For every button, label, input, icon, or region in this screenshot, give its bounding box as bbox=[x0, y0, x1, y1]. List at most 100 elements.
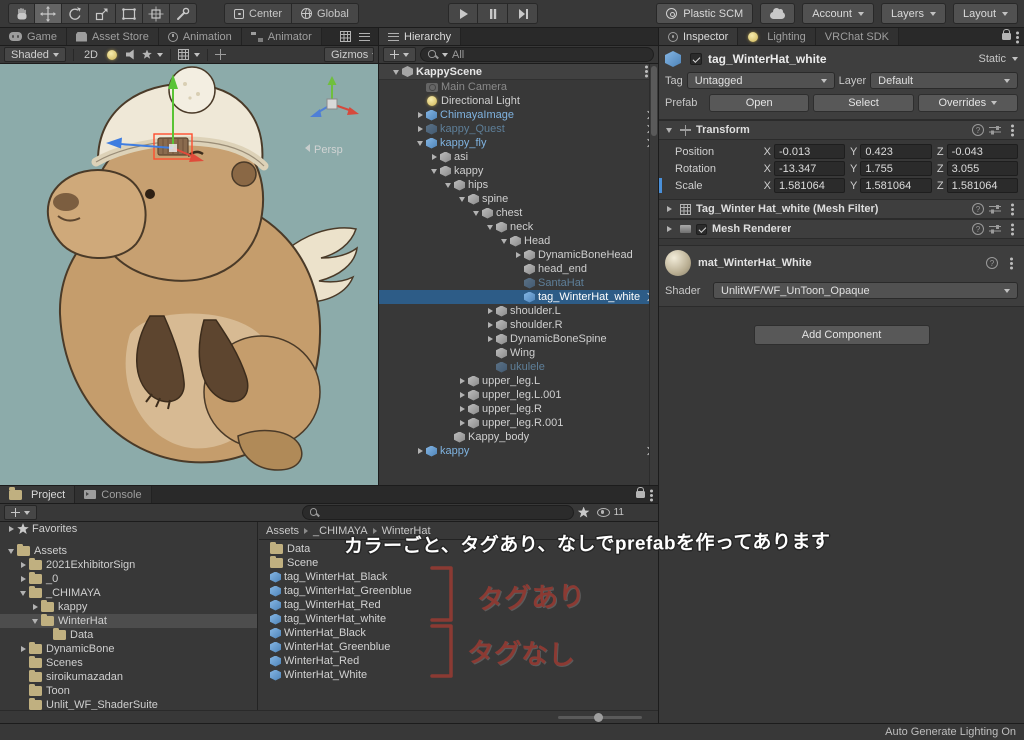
hierarchy-item[interactable]: shoulder.L bbox=[379, 304, 658, 318]
custom-tool-button[interactable] bbox=[170, 3, 197, 24]
tab-lighting[interactable]: Lighting bbox=[738, 28, 816, 45]
chevron-down-icon[interactable] bbox=[157, 52, 163, 57]
scale-z-field[interactable]: 1.581064 bbox=[946, 178, 1018, 193]
foldout-icon[interactable] bbox=[18, 642, 29, 656]
account-dropdown[interactable]: Account bbox=[802, 3, 874, 24]
pivot-center-button[interactable]: Center bbox=[224, 3, 293, 24]
hierarchy-item[interactable]: kappy bbox=[379, 444, 658, 458]
scene-effects-toggle[interactable] bbox=[142, 49, 152, 59]
prefab-select-button[interactable]: Select bbox=[813, 94, 914, 112]
hierarchy-item[interactable]: asi bbox=[379, 150, 658, 164]
prefab-overrides-dropdown[interactable]: Overrides bbox=[917, 94, 1018, 112]
component-enabled-checkbox[interactable] bbox=[696, 223, 707, 235]
rect-tool-button[interactable] bbox=[116, 3, 143, 24]
foldout-icon[interactable] bbox=[664, 202, 675, 216]
favorites-header[interactable]: Favorites bbox=[0, 522, 257, 536]
foldout-icon[interactable] bbox=[429, 164, 440, 178]
scene-lighting-toggle[interactable] bbox=[107, 49, 117, 60]
hidden-packages-icon[interactable] bbox=[596, 508, 610, 517]
favorites-filter-icon[interactable] bbox=[577, 506, 590, 518]
rotation-z-field[interactable]: 3.055 bbox=[946, 161, 1018, 176]
hierarchy-item[interactable]: Wing bbox=[379, 346, 658, 360]
foldout-icon[interactable] bbox=[513, 248, 524, 262]
tag-dropdown[interactable]: Untagged bbox=[686, 72, 835, 89]
breadcrumb-item[interactable]: _CHIMAYA bbox=[313, 525, 368, 537]
foldout-icon[interactable] bbox=[415, 136, 426, 150]
cloud-button[interactable] bbox=[760, 3, 796, 24]
presets-icon[interactable] bbox=[989, 224, 1001, 234]
file-list-item[interactable]: WinterHat_Red bbox=[259, 654, 658, 668]
foldout-icon[interactable] bbox=[457, 388, 468, 402]
component-menu-icon[interactable] bbox=[1011, 128, 1014, 132]
play-button[interactable] bbox=[448, 3, 478, 24]
foldout-icon[interactable] bbox=[485, 304, 496, 318]
folder-tree-item[interactable]: Unlit_WF_ShaderSuite bbox=[0, 697, 257, 710]
file-list-item[interactable]: tag_WinterHat_Greenblue bbox=[259, 584, 658, 598]
folder-tree-item[interactable]: Assets bbox=[0, 543, 257, 558]
folder-tree-item[interactable]: Data bbox=[0, 627, 257, 642]
lock-icon[interactable] bbox=[636, 486, 645, 498]
hierarchy-item[interactable]: ukulele bbox=[379, 360, 658, 374]
hierarchy-item[interactable]: upper_leg.R.001 bbox=[379, 416, 658, 430]
folder-tree-item[interactable]: _0 bbox=[0, 571, 257, 586]
hierarchy-item[interactable]: kappy bbox=[379, 164, 658, 178]
chevron-down-icon[interactable] bbox=[194, 52, 200, 57]
transform-component-header[interactable]: Transform bbox=[659, 120, 1024, 140]
tab-hierarchy[interactable]: Hierarchy bbox=[379, 28, 462, 45]
position-x-field[interactable]: -0.013 bbox=[774, 144, 846, 159]
foldout-icon[interactable] bbox=[429, 150, 440, 164]
hand-tool-button[interactable] bbox=[8, 3, 35, 24]
scale-x-field[interactable]: 1.581064 bbox=[774, 178, 846, 193]
foldout-icon[interactable] bbox=[6, 544, 17, 558]
tab-animation[interactable]: Animation bbox=[158, 28, 242, 45]
hierarchy-item[interactable]: Main Camera bbox=[379, 80, 658, 94]
layout-dropdown[interactable]: Layout bbox=[952, 3, 1018, 24]
position-y-field[interactable]: 0.423 bbox=[860, 144, 932, 159]
grid-visibility-toggle[interactable] bbox=[178, 49, 189, 60]
help-icon[interactable] bbox=[972, 203, 984, 215]
pause-button[interactable] bbox=[478, 3, 508, 24]
folder-tree-item[interactable]: 2021ExhibitorSign bbox=[0, 557, 257, 572]
foldout-icon[interactable] bbox=[499, 234, 510, 248]
hierarchy-search-input[interactable]: All bbox=[420, 47, 654, 62]
hierarchy-item[interactable]: spine bbox=[379, 192, 658, 206]
rotate-tool-button[interactable] bbox=[62, 3, 89, 24]
foldout-icon[interactable] bbox=[471, 206, 482, 220]
create-asset-dropdown[interactable] bbox=[4, 505, 37, 520]
mesh-renderer-header[interactable]: Mesh Renderer bbox=[659, 219, 1024, 239]
folder-tree-item[interactable]: _CHIMAYA bbox=[0, 585, 257, 600]
scrollbar-thumb[interactable] bbox=[651, 66, 657, 136]
hierarchy-scene-root[interactable]: KappyScene bbox=[379, 64, 658, 80]
file-list-item[interactable]: Data bbox=[259, 541, 658, 556]
foldout-icon[interactable] bbox=[664, 222, 675, 236]
foldout-icon[interactable] bbox=[415, 122, 426, 136]
prefab-open-button[interactable]: Open bbox=[709, 94, 810, 112]
file-list-item[interactable]: tag_WinterHat_Red bbox=[259, 598, 658, 612]
folder-tree-item[interactable]: kappy bbox=[0, 599, 257, 614]
lock-icon[interactable] bbox=[1002, 28, 1011, 40]
hierarchy-item[interactable]: hips bbox=[379, 178, 658, 192]
presets-icon[interactable] bbox=[989, 204, 1001, 214]
inspector-menu-icon[interactable] bbox=[1016, 36, 1019, 39]
rotation-y-field[interactable]: 1.755 bbox=[860, 161, 932, 176]
help-icon[interactable] bbox=[972, 223, 984, 235]
foldout-icon[interactable] bbox=[30, 600, 41, 614]
add-component-button[interactable]: Add Component bbox=[753, 325, 930, 345]
snap-settings-icon[interactable] bbox=[215, 49, 226, 60]
foldout-icon[interactable] bbox=[18, 572, 29, 586]
folder-tree-item[interactable]: WinterHat bbox=[0, 613, 257, 628]
foldout-icon[interactable] bbox=[485, 318, 496, 332]
hierarchy-item[interactable]: Head bbox=[379, 234, 658, 248]
persp-label[interactable]: Persp bbox=[314, 144, 343, 156]
component-menu-icon[interactable] bbox=[1011, 227, 1014, 231]
foldout-icon[interactable] bbox=[664, 123, 675, 137]
hierarchy-scrollbar[interactable] bbox=[649, 64, 658, 485]
foldout-icon[interactable] bbox=[485, 220, 496, 234]
hierarchy-item[interactable]: DynamicBoneSpine bbox=[379, 332, 658, 346]
step-button[interactable] bbox=[508, 3, 538, 24]
material-menu-icon[interactable] bbox=[1010, 261, 1013, 265]
dock-menu-icon[interactable] bbox=[359, 32, 370, 41]
hierarchy-item[interactable]: upper_leg.L bbox=[379, 374, 658, 388]
2d-toggle[interactable]: 2D bbox=[81, 49, 101, 61]
hierarchy-item[interactable]: kappy_Quest bbox=[379, 122, 658, 136]
